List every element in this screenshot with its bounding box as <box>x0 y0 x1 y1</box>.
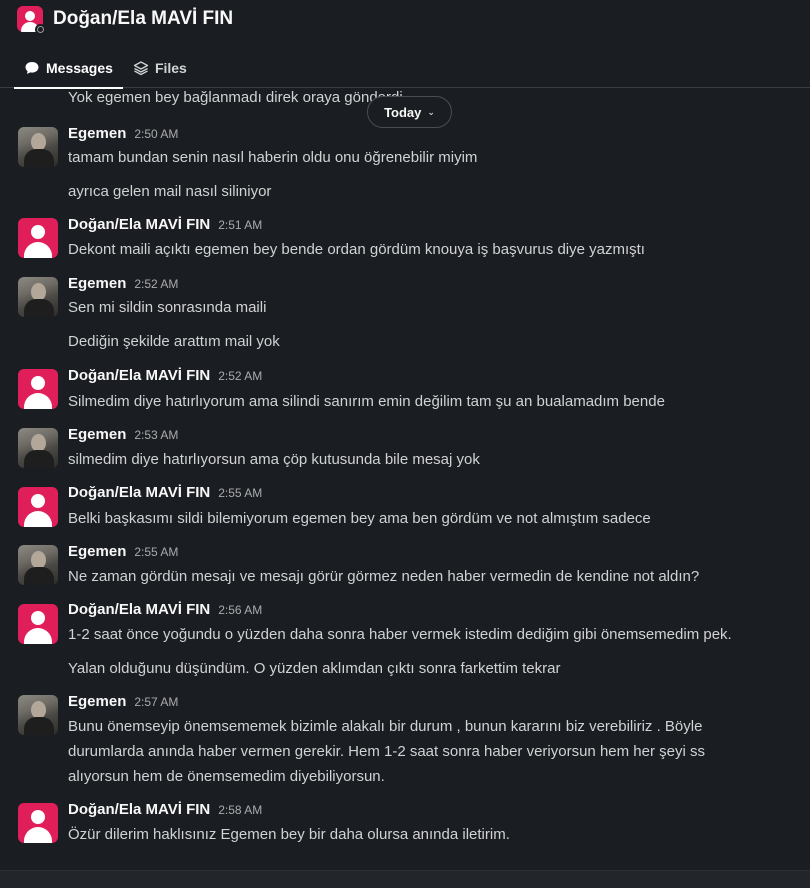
message-timestamp[interactable]: 2:52 AM <box>218 369 262 383</box>
message-sender[interactable]: Doğan/Ela MAVİ FIN 2:51 AM <box>68 215 262 235</box>
message-text: Ne zaman gördün mesajı ve mesajı görür g… <box>68 568 700 585</box>
message-timestamp[interactable]: 2:50 AM <box>134 127 178 141</box>
channel-title[interactable]: Doğan/Ela MAVİ FIN <box>53 7 233 31</box>
avatar[interactable] <box>18 428 58 468</box>
message-sender[interactable]: Egemen 2:52 AM <box>68 274 178 294</box>
avatar[interactable] <box>18 487 58 527</box>
chevron-down-icon: ⌄ <box>427 106 435 117</box>
message-timestamp[interactable]: 2:52 AM <box>134 277 178 291</box>
message-text: durumlarda anında haber vermen gerekir. … <box>68 743 705 760</box>
avatar[interactable] <box>18 545 58 585</box>
avatar[interactable] <box>18 277 58 317</box>
avatar[interactable] <box>18 695 58 735</box>
message-text: Özür dilerim haklısınız Egemen bey bir d… <box>68 826 510 843</box>
message-text: Dediğin şekilde arattım mail yok <box>68 333 280 350</box>
message-text: Yok egemen bey bağlanmadı direk oraya gö… <box>68 89 403 106</box>
message-text: tamam bundan senin nasıl haberin oldu on… <box>68 149 478 166</box>
avatar[interactable] <box>18 218 58 258</box>
message-text: Yalan olduğunu düşündüm. O yüzden aklımd… <box>68 660 561 677</box>
date-divider-label: Today <box>384 104 422 120</box>
message-sender[interactable]: Egemen 2:55 AM <box>68 542 178 562</box>
layers-icon <box>133 61 149 76</box>
avatar[interactable] <box>18 803 58 843</box>
tab-files-label: Files <box>154 60 187 76</box>
message-text: 1-2 saat önce yoğundu o yüzden daha sonr… <box>68 626 732 643</box>
message-timestamp[interactable]: 2:57 AM <box>134 695 178 709</box>
message-timestamp[interactable]: 2:58 AM <box>218 803 262 817</box>
avatar[interactable] <box>18 369 58 409</box>
message-text: Dekont maili açıktı egemen bey bende ord… <box>68 241 645 258</box>
message-timestamp[interactable]: 2:53 AM <box>134 428 178 442</box>
message-text: Silmedim diye hatırlıyorum ama silindi s… <box>68 393 665 410</box>
message-feed[interactable]: Yok egemen bey bağlanmadı direk oraya gö… <box>0 89 810 870</box>
channel-tabs: Messages Files <box>14 48 197 89</box>
message-timestamp[interactable]: 2:55 AM <box>218 486 262 500</box>
message-timestamp[interactable]: 2:51 AM <box>218 218 262 232</box>
message-timestamp[interactable]: 2:56 AM <box>218 603 262 617</box>
tab-messages[interactable]: Messages <box>14 48 123 89</box>
tab-files[interactable]: Files <box>123 48 197 88</box>
message-text: silmedim diye hatırlıyorsun ama çöp kutu… <box>68 451 480 468</box>
message-sender[interactable]: Doğan/Ela MAVİ FIN 2:55 AM <box>68 483 262 503</box>
message-text: alıyorsun hem de önemsemedim diyebiliyor… <box>68 768 385 785</box>
message-timestamp[interactable]: 2:55 AM <box>134 545 178 559</box>
channel-header: Doğan/Ela MAVİ FIN Messages Files <box>0 0 810 89</box>
avatar[interactable] <box>18 127 58 167</box>
message-sender[interactable]: Egemen 2:50 AM <box>68 124 178 144</box>
message-text: Sen mi sildin sonrasında maili <box>68 299 267 316</box>
avatar[interactable] <box>18 604 58 644</box>
message-text: Bunu önemseyip önemsememek bizimle alaka… <box>68 718 703 735</box>
date-divider-button[interactable]: Today ⌄ <box>367 96 452 128</box>
message-sender[interactable]: Egemen 2:57 AM <box>68 692 178 712</box>
message-sender[interactable]: Doğan/Ela MAVİ FIN 2:56 AM <box>68 600 262 620</box>
message-sender[interactable]: Doğan/Ela MAVİ FIN 2:58 AM <box>68 800 262 820</box>
composer-area[interactable] <box>0 870 810 888</box>
message-bubble-icon <box>25 62 39 74</box>
message-sender[interactable]: Doğan/Ela MAVİ FIN 2:52 AM <box>68 366 262 386</box>
message-sender[interactable]: Egemen 2:53 AM <box>68 425 178 445</box>
tab-messages-label: Messages <box>46 60 113 76</box>
message-text: ayrıca gelen mail nasıl siliniyor <box>68 183 272 200</box>
message-text: Belki başkasımı sildi bilemiyorum egemen… <box>68 510 651 527</box>
presence-status-icon <box>35 24 46 35</box>
